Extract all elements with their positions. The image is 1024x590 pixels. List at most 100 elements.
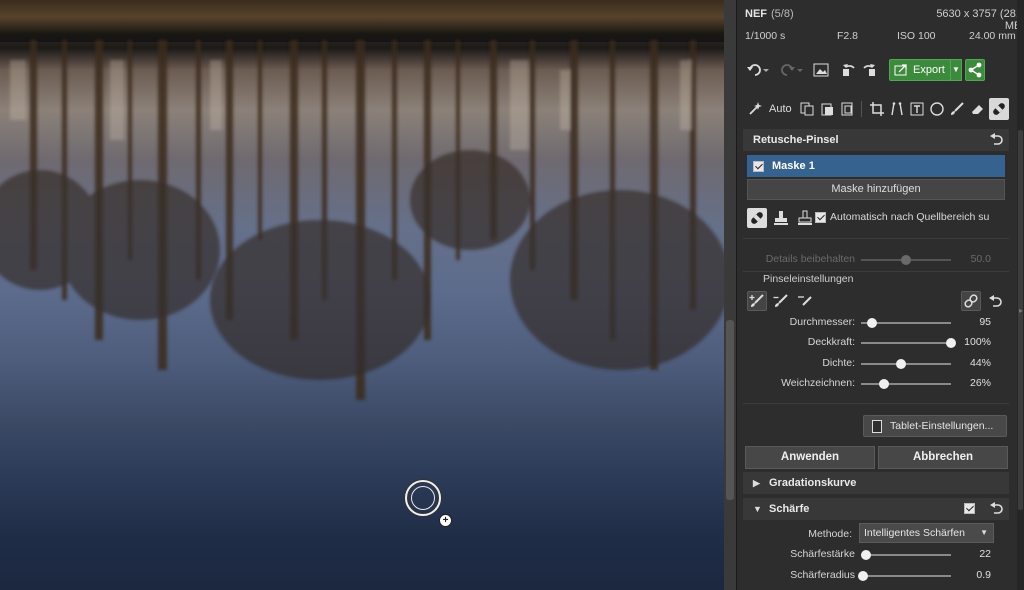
slider-value[interactable]: 100%: [964, 336, 991, 348]
stamp-outline-icon: [798, 210, 812, 225]
heal-mode-button[interactable]: [747, 208, 767, 228]
clone-mode-button[interactable]: [771, 208, 791, 228]
slider-track[interactable]: [861, 575, 951, 577]
divider: [743, 238, 1009, 239]
feather-slider[interactable]: Weichzeichnen: 26%: [743, 376, 1009, 392]
eraser-icon: [972, 105, 983, 114]
paste-settings-button[interactable]: [817, 98, 837, 120]
crop-tool[interactable]: [867, 98, 887, 120]
slider-label: Schärferadius: [790, 569, 855, 581]
auto-source-label: Automatisch nach Quellbereich su: [830, 211, 990, 223]
auto-label[interactable]: Auto: [769, 103, 792, 115]
brush-plus-icon: [749, 294, 764, 307]
details-slider: Details beibehalten 50.0: [743, 252, 1009, 268]
text-tool[interactable]: [907, 98, 927, 120]
slider-value[interactable]: 44%: [970, 357, 991, 369]
image-info-row: NEF (5/8) 5630 x 3757 (28.3 MB): [745, 8, 1024, 32]
undo-button[interactable]: [745, 59, 771, 81]
share-button[interactable]: [965, 59, 985, 81]
tablet-settings-button[interactable]: Tablet-Einstellungen...: [863, 415, 1007, 437]
brush-line-button[interactable]: [795, 291, 815, 311]
reset-icon[interactable]: [989, 502, 1003, 514]
slider-value[interactable]: 26%: [970, 377, 991, 389]
image-view-button[interactable]: [811, 59, 831, 81]
retouch-title: Retusche-Pinsel: [753, 134, 839, 146]
rotate-left-button[interactable]: [839, 59, 859, 81]
sharpness-radius-slider[interactable]: Schärferadius 0.9: [743, 568, 1009, 584]
photo-scrollbar[interactable]: [724, 0, 736, 590]
radial-filter-tool[interactable]: [927, 98, 947, 120]
cancel-button[interactable]: Abbrechen: [878, 446, 1008, 469]
retouch-mode-group: [747, 207, 819, 229]
link-icon: [964, 294, 978, 308]
redo-button[interactable]: [779, 59, 805, 81]
collapse-panel-icon[interactable]: ▸: [1019, 306, 1023, 315]
density-slider[interactable]: Dichte: 44%: [743, 356, 1009, 372]
photo-scrollbar-thumb[interactable]: [726, 320, 734, 500]
brush-add-button[interactable]: [747, 291, 767, 311]
auto-enhance-button[interactable]: [745, 98, 765, 120]
slider-track[interactable]: [861, 342, 951, 344]
toolbar-divider: [861, 101, 862, 117]
slider-track[interactable]: [861, 554, 951, 556]
reset-icon[interactable]: [988, 295, 1002, 307]
paste-all-button[interactable]: [837, 98, 857, 120]
slider-value[interactable]: 22: [979, 548, 991, 560]
copy-settings-button[interactable]: [797, 98, 817, 120]
slider-knob[interactable]: [857, 571, 868, 581]
rotate-right-button[interactable]: [859, 59, 879, 81]
add-mask-button[interactable]: Maske hinzufügen: [747, 179, 1005, 200]
method-select[interactable]: Intelligentes Schärfen ▼: [859, 523, 994, 543]
eraser-tool[interactable]: [967, 98, 987, 120]
slider-value[interactable]: 0.9: [976, 569, 991, 581]
slider-knob[interactable]: [946, 338, 956, 348]
link-settings-button[interactable]: [961, 291, 981, 311]
tree-reflections: [0, 40, 730, 400]
auto-source-option[interactable]: Automatisch nach Quellbereich su: [815, 211, 989, 223]
export-icon: [894, 64, 907, 76]
slider-track[interactable]: [861, 383, 951, 385]
tablet-icon: [872, 420, 882, 433]
gradation-curve-section[interactable]: ▶ Gradationskurve: [743, 472, 1009, 494]
image-dimensions: 5630 x 3757 (28.3 MB): [936, 8, 1024, 32]
clone-source-icon: +: [439, 514, 452, 527]
sharpness-section[interactable]: ▼ Schärfe: [743, 498, 1009, 520]
text-icon: [910, 102, 924, 116]
sharpness-enabled-checkbox[interactable]: [964, 503, 975, 514]
slider-knob[interactable]: [879, 379, 890, 389]
brush-subtract-button[interactable]: [771, 291, 791, 311]
slider-track[interactable]: [861, 363, 951, 365]
slider-label: Deckkraft:: [807, 336, 855, 348]
slider-knob[interactable]: [860, 550, 871, 560]
export-button[interactable]: Export: [889, 59, 951, 81]
mask-name: Maske 1: [772, 160, 815, 172]
perspective-tool[interactable]: [887, 98, 907, 120]
retouch-brush-tool[interactable]: [989, 98, 1009, 120]
reset-icon[interactable]: [989, 133, 1003, 145]
apply-button[interactable]: Anwenden: [745, 446, 875, 469]
mask-item[interactable]: Maske 1: [747, 155, 1005, 177]
paste-icon: [821, 103, 833, 116]
panel-scrollbar-thumb[interactable]: [1018, 130, 1023, 510]
clone-alt-mode-button[interactable]: [795, 208, 815, 228]
brush-tool[interactable]: [947, 98, 967, 120]
opacity-slider[interactable]: Deckkraft: 100%: [743, 335, 1009, 351]
slider-knob[interactable]: [895, 359, 906, 369]
brush-mode-group: [747, 291, 819, 311]
sharpness-amount-slider[interactable]: Schärfestärke 22: [743, 547, 1009, 563]
export-dropdown[interactable]: ▼: [950, 59, 962, 81]
retouch-section-header[interactable]: Retusche-Pinsel: [743, 129, 1009, 151]
method-value: Intelligentes Schärfen: [864, 527, 965, 539]
details-value: 50.0: [970, 253, 991, 265]
details-label: Details beibehalten: [765, 253, 855, 265]
slider-label: Durchmesser:: [789, 316, 855, 328]
auto-source-checkbox[interactable]: [815, 211, 826, 223]
mask-visible-checkbox[interactable]: [753, 160, 764, 172]
panel-scrollbar[interactable]: [1017, 0, 1024, 590]
photo-canvas[interactable]: +: [0, 0, 736, 590]
diameter-slider[interactable]: Durchmesser: 95: [743, 315, 1009, 331]
slider-value[interactable]: 95: [979, 316, 991, 328]
aperture: F2.8: [837, 30, 859, 42]
slider-knob[interactable]: [866, 318, 877, 328]
circle-icon: [930, 102, 944, 116]
